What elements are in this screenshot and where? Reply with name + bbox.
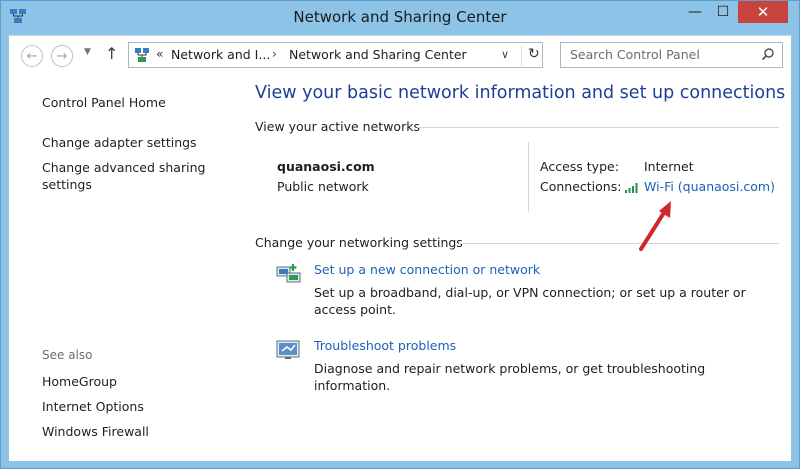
up-arrow-icon[interactable]: ↑ (105, 44, 118, 63)
troubleshoot-problems-description: Diagnose and repair network problems, or… (314, 361, 706, 393)
sidebar-item-windows-firewall[interactable]: Windows Firewall (42, 423, 149, 440)
sidebar-item-change-adapter-settings[interactable]: Change adapter settings (42, 134, 197, 151)
window-title: Network and Sharing Center (293, 8, 507, 26)
forward-arrow-icon[interactable]: → (51, 45, 73, 67)
network-type[interactable]: Public network (277, 179, 369, 194)
breadcrumb-separator[interactable]: › (272, 47, 277, 61)
title-bar[interactable]: Network and Sharing Center — ☐ ✕ (1, 1, 799, 35)
close-button[interactable]: ✕ (738, 1, 788, 23)
see-also-heading: See also (42, 348, 93, 362)
address-dropdown-icon[interactable]: ∨ (501, 48, 509, 61)
window: Network and Sharing Center — ☐ ✕ ← → ▼ ↑… (0, 0, 800, 469)
set-up-connection-description: Set up a broadband, dial-up, or VPN conn… (314, 285, 746, 317)
navigation-bar: ← → ▼ ↑ « Network and I... › Network and… (9, 35, 791, 75)
main-panel: View your basic network information and … (247, 75, 791, 461)
wifi-signal-icon (625, 183, 638, 193)
sidebar-item-change-advanced-sharing-cont[interactable]: settings (42, 176, 92, 193)
connections-label: Connections: (540, 179, 622, 194)
maximize-button[interactable]: ☐ (709, 1, 737, 23)
address-overflow-chevron[interactable]: « (156, 47, 163, 61)
control-panel-icon (135, 48, 149, 62)
wifi-connection-link[interactable]: Wi-Fi (quanaosi.com) (644, 179, 775, 194)
search-icon[interactable] (761, 47, 775, 61)
address-bar[interactable]: « Network and I... › Network and Sharing… (128, 42, 543, 68)
red-annotation-arrow (639, 201, 671, 251)
sidebar-item-change-advanced-sharing[interactable]: Change advanced sharing (42, 159, 205, 176)
new-connection-icon (276, 264, 301, 283)
active-networks-heading: View your active networks (255, 119, 420, 134)
breadcrumb-network-internet[interactable]: Network and I... (171, 47, 270, 62)
section-divider (417, 127, 779, 128)
sidebar-item-homegroup[interactable]: HomeGroup (42, 373, 117, 390)
recent-pages-dropdown[interactable]: ▼ (84, 47, 91, 57)
section-divider (459, 243, 779, 244)
content-area: Control Panel Home Change adapter settin… (9, 75, 791, 461)
network-name: quanaosi.com (277, 159, 375, 174)
network-divider (528, 142, 529, 212)
set-up-connection-link[interactable]: Set up a new connection or network (314, 262, 540, 277)
search-placeholder[interactable]: Search Control Panel (570, 47, 700, 62)
sidebar-item-internet-options[interactable]: Internet Options (42, 398, 144, 415)
sidebar: Control Panel Home Change adapter settin… (9, 75, 241, 461)
search-input[interactable]: Search Control Panel (560, 42, 783, 68)
troubleshoot-icon (276, 340, 300, 359)
back-arrow-icon[interactable]: ← (21, 45, 43, 67)
access-type-value: Internet (644, 159, 694, 174)
refresh-icon[interactable]: ↻ (521, 46, 540, 66)
change-settings-heading: Change your networking settings (255, 235, 463, 250)
minimize-button[interactable]: — (681, 1, 709, 23)
troubleshoot-problems-link[interactable]: Troubleshoot problems (314, 338, 456, 353)
access-type-label: Access type: (540, 159, 619, 174)
breadcrumb-sharing-center[interactable]: Network and Sharing Center (289, 47, 467, 62)
sidebar-item-control-panel-home[interactable]: Control Panel Home (42, 94, 166, 111)
page-title: View your basic network information and … (255, 83, 786, 103)
